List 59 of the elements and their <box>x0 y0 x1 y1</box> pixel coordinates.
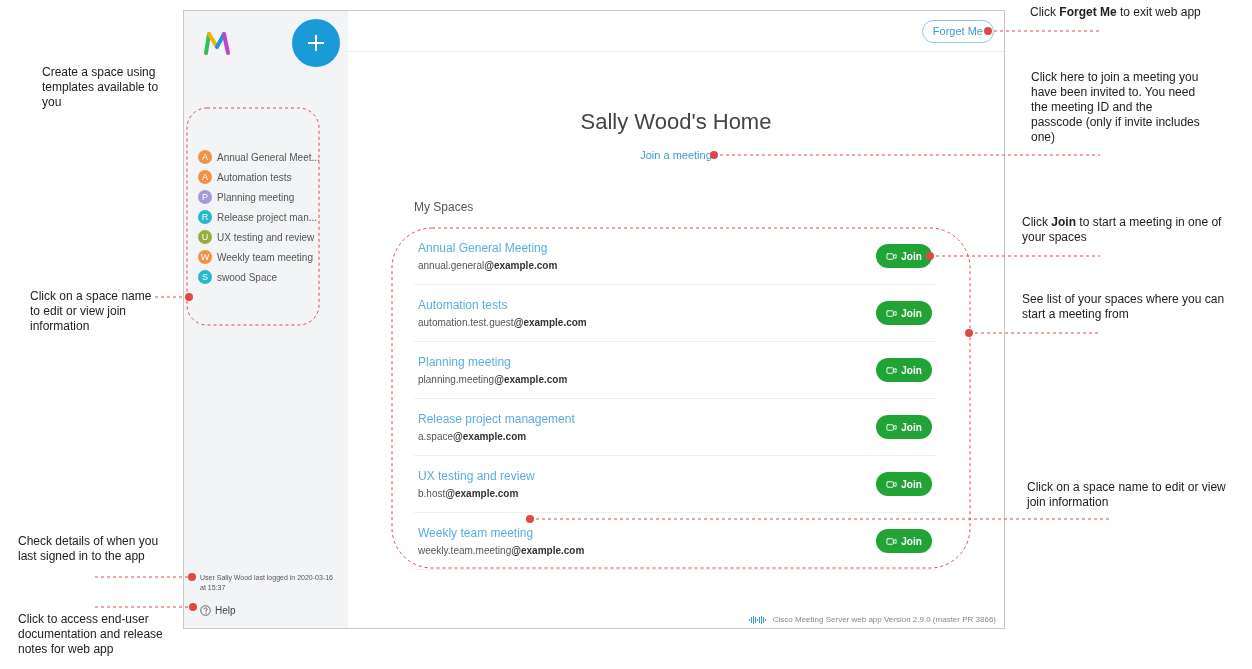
camera-icon <box>886 307 898 319</box>
camera-icon <box>886 535 898 547</box>
space-avatar: R <box>198 210 212 224</box>
camera-icon <box>886 478 898 490</box>
space-address: weekly.team.meeting@example.com <box>418 545 585 556</box>
sidebar-item[interactable]: swood Space <box>217 271 278 283</box>
space-avatar: W <box>198 250 212 264</box>
join-button[interactable]: Join <box>876 529 932 553</box>
sidebar-item[interactable]: Automation tests <box>217 171 292 183</box>
page-title: Sally Wood's Home <box>579 109 773 135</box>
join-button[interactable]: Join <box>876 472 932 496</box>
space-address: b.host@example.com <box>418 488 520 499</box>
annotation-text: Click to access end-user documentation and release notes for web app <box>18 612 164 657</box>
section-title: My Spaces <box>414 200 475 214</box>
join-button[interactable]: Join <box>876 415 932 439</box>
space-address: planning.meeting@example.com <box>418 374 568 385</box>
help-icon <box>200 605 211 616</box>
annotation-text: Check details of when you last signed in to the app <box>18 534 160 564</box>
join-button[interactable]: Join <box>876 301 932 325</box>
annotation-text: See list of your spaces where you can start a meeting from <box>1022 292 1226 322</box>
space-name-link[interactable]: Automation tests <box>418 298 587 312</box>
space-name-link[interactable]: Weekly team meeting <box>418 526 585 540</box>
space-avatar: A <box>198 170 212 184</box>
join-button[interactable]: Join <box>876 358 932 382</box>
annotation-text: Click here to join a meeting you have been invited to. You need the meeting ID and the passcode (only if invite includes one) <box>1031 70 1201 145</box>
add-space-button[interactable] <box>292 19 340 67</box>
sidebar-item[interactable]: UX testing and review <box>217 231 315 243</box>
plus-icon <box>307 34 325 52</box>
annotation-text: Click on a space name to edit or view join information <box>1027 480 1227 510</box>
logo-icon <box>204 31 230 55</box>
space-name-link[interactable]: Planning meeting <box>418 355 568 369</box>
join-button[interactable]: Join <box>876 244 932 268</box>
sidebar-item[interactable]: Release project man... <box>217 211 318 223</box>
space-address: annual.general@example.com <box>418 260 558 271</box>
sidebar-item[interactable]: Planning meeting <box>217 191 295 203</box>
space-avatar: U <box>198 230 212 244</box>
space-avatar: P <box>198 190 212 204</box>
sidebar-item[interactable]: Weekly team meeting <box>217 251 313 263</box>
sidebar-item[interactable]: Annual General Meet... <box>217 151 320 163</box>
join-meeting-link[interactable]: Join a meeting <box>640 149 712 161</box>
camera-icon <box>886 364 898 376</box>
space-avatar: A <box>198 150 212 164</box>
camera-icon <box>886 421 898 433</box>
space-name-link[interactable]: Annual General Meeting <box>418 241 558 255</box>
space-name-link[interactable]: Release project management <box>418 412 575 426</box>
version-text: Cisco Meeting Server web app Version 2.9.0 (master PR 3866) <box>772 615 996 624</box>
annotation-text: Click Forget Me to exit web app <box>1030 5 1202 20</box>
space-name-link[interactable]: UX testing and review <box>418 469 535 483</box>
camera-icon <box>886 250 898 262</box>
annotation-text: Click on a space name to edit or view join information <box>30 289 153 334</box>
leader-line <box>154 293 193 301</box>
space-avatar: S <box>198 270 212 284</box>
space-address: a.space@example.com <box>418 431 528 442</box>
help-link[interactable]: Help <box>215 605 236 616</box>
space-address: automation.test.guest@example.com <box>418 317 587 328</box>
annotation-text: Create a space using templates available to you <box>42 65 160 110</box>
forget-me-button[interactable]: Forget Me <box>921 19 994 43</box>
annotation-text: Click Join to start a meeting in one of your spaces <box>1022 215 1223 245</box>
logo-icon <box>748 615 767 624</box>
